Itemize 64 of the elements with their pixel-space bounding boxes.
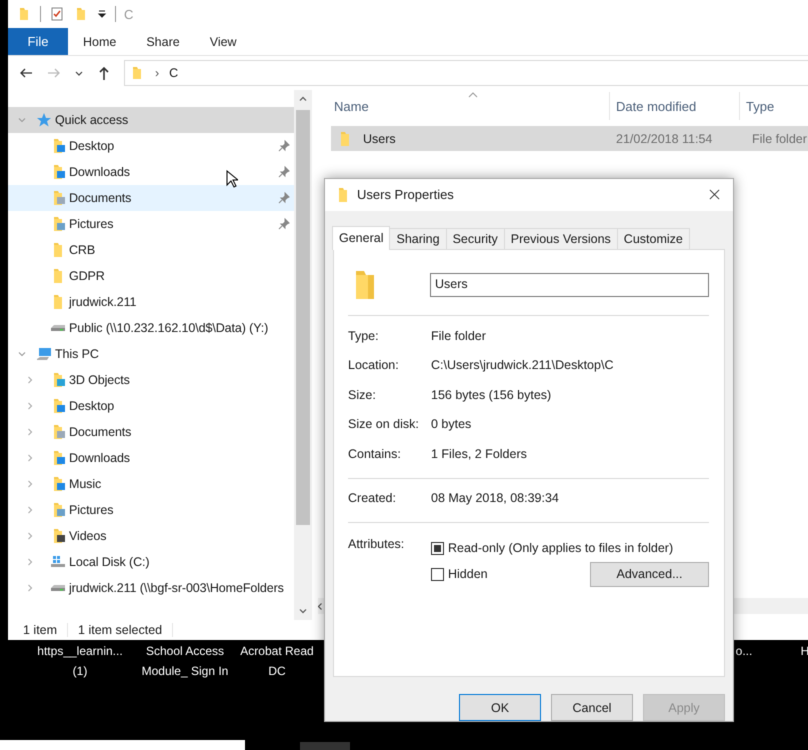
table-cell-text: File folder: [751, 132, 807, 146]
status-text: 1 item selected: [78, 623, 162, 637]
table-cell-text: 21/02/2018 11:54: [615, 132, 714, 146]
nav-item[interactable]: Documents: [8, 185, 294, 211]
address-bar[interactable]: › C: [124, 60, 808, 86]
nav-item[interactable]: Quick access: [8, 107, 294, 133]
property-value: 156 bytes (156 bytes): [431, 388, 552, 402]
property-value: File folder: [431, 328, 486, 343]
nav-item[interactable]: This PC: [8, 341, 294, 367]
nav-item[interactable]: Local Disk (C:): [8, 549, 294, 575]
window-title: C: [124, 6, 134, 22]
name-field[interactable]: Users: [430, 272, 709, 297]
nav-item[interactable]: 3D Objects: [8, 367, 294, 393]
property-label: Attributes:: [348, 537, 406, 552]
desktop-icon-label: School Access: [146, 643, 224, 660]
property-label: Type:: [348, 328, 380, 343]
dialog-button[interactable]: OK: [459, 694, 541, 721]
column-header[interactable]: Type: [740, 92, 808, 120]
property-value: 0 bytes: [431, 417, 472, 432]
dialog-tab[interactable]: Sharing: [389, 228, 447, 249]
nav-item[interactable]: jrudwick.211 (\\bgf-sr-003\HomeFolders: [8, 575, 294, 601]
desktop-icon-label: Module_ Sign In: [142, 663, 228, 680]
file-row[interactable]: Users 21/02/2018 11:54 File folder: [331, 126, 808, 151]
nav-item[interactable]: Pictures: [8, 497, 294, 523]
property-label: Created:: [348, 491, 397, 506]
dialog-button[interactable]: Cancel: [551, 694, 633, 721]
nav-item[interactable]: Public (\\10.232.162.10\d$\Data) (Y:): [8, 315, 294, 341]
advanced-button[interactable]: Advanced...: [590, 562, 709, 587]
status-text: 1 item: [23, 623, 58, 637]
dialog-title: Users Properties: [357, 187, 455, 202]
property-value: 08 May 2018, 08:39:34: [431, 491, 559, 506]
desktop-icon-label: H: [800, 643, 808, 660]
nav-item[interactable]: Documents: [8, 419, 294, 445]
nav-item[interactable]: Downloads: [8, 445, 294, 471]
desktop-icon-label: https__learnin...: [37, 643, 123, 660]
property-label: Location:: [348, 358, 400, 372]
breadcrumb[interactable]: C: [169, 66, 178, 80]
dialog-tab[interactable]: General: [332, 226, 390, 250]
property-label: Size:: [348, 388, 377, 402]
nav-item[interactable]: GDPR: [8, 263, 294, 289]
dialog-tab[interactable]: Security: [446, 228, 505, 249]
checkbox-label[interactable]: Read-only (Only applies to files in folder): [448, 541, 674, 556]
property-value: 1 Files, 2 Folders: [431, 446, 527, 461]
property-value: C:\Users\jrudwick.211\Desktop\C: [431, 358, 614, 372]
desktop-icon-label: DC: [268, 663, 286, 680]
property-label: Size on disk:: [348, 417, 420, 432]
nav-item[interactable]: Desktop: [8, 133, 294, 159]
nav-item[interactable]: CRB: [8, 237, 294, 263]
desktop-icon-label: (1): [72, 663, 88, 680]
nav-item[interactable]: Music: [8, 471, 294, 497]
desktop-icon-label: o...: [736, 643, 752, 660]
nav-item[interactable]: Pictures: [8, 211, 294, 237]
file-name: Users: [363, 132, 396, 146]
column-header[interactable]: Name: [318, 92, 610, 120]
checkbox-label[interactable]: Hidden: [448, 567, 488, 582]
property-label: Contains:: [348, 446, 402, 461]
dialog-tab[interactable]: Customize: [616, 228, 690, 249]
breadcrumb-separator: ›: [155, 66, 160, 80]
desktop-icon-label: Acrobat Read: [240, 643, 314, 660]
nav-item[interactable]: Desktop: [8, 393, 294, 419]
nav-item[interactable]: jrudwick.211: [8, 289, 294, 315]
column-header[interactable]: Date modified: [610, 92, 740, 120]
file-tab[interactable]: File: [8, 28, 68, 55]
nav-item[interactable]: Videos: [8, 523, 294, 549]
